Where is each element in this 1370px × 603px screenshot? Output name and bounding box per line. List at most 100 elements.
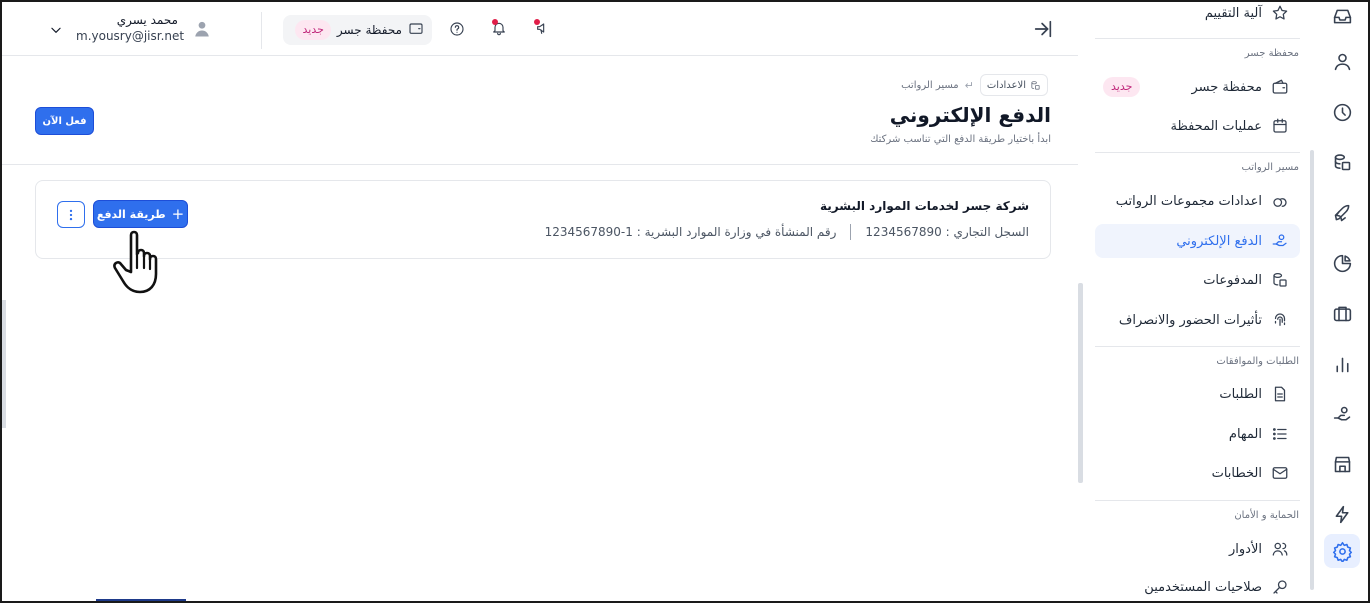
hand-pointer-cursor-icon xyxy=(108,228,168,296)
activate-now-button[interactable]: فعل الآن xyxy=(35,107,94,135)
sidebar-section-title: الحماية و الأمان xyxy=(1234,510,1299,521)
meta-divider xyxy=(850,224,852,240)
sidebar-item-label: تأثيرات الحضور والانصراف xyxy=(1118,312,1262,328)
hand-coins-icon xyxy=(1270,231,1290,251)
plus-icon: + xyxy=(171,204,185,223)
sidebar-item-label: محفظة جسر xyxy=(1191,79,1262,95)
document-icon xyxy=(1270,384,1290,404)
wallet-icon xyxy=(1270,77,1290,97)
sidebar-scrollbar[interactable] xyxy=(1310,150,1314,590)
sidebar-item-label: آلية التقييم xyxy=(1204,5,1262,21)
sidebar-item-label: المهام xyxy=(1228,426,1262,442)
sidebar-item-label: الدفع الإلكتروني xyxy=(1176,233,1262,249)
add-payment-method-button[interactable]: + طريقة الدفع xyxy=(93,200,188,228)
company-card: شركة جسر لخدمات الموارد البشرية السجل ال… xyxy=(35,180,1051,259)
collapse-sidebar-button[interactable] xyxy=(1032,18,1056,42)
lightning-icon[interactable] xyxy=(1328,500,1356,528)
sidebar-item-label: الأدوار xyxy=(1229,541,1262,557)
payroll-coins-icon[interactable] xyxy=(1328,148,1356,176)
sidebar-item-attendance-effects[interactable]: تأثيرات الحضور والانصراف xyxy=(1095,303,1300,337)
sidebar-item-label: عمليات المحفظة xyxy=(1170,118,1262,134)
settings-sidebar: آلية التقييم محفظة جسر محفظة جسر جديد عم… xyxy=(1082,2,1315,601)
sidebar-item-requests[interactable]: الطلبات xyxy=(1095,377,1300,411)
wallet-chip[interactable]: محفظة جسر جديد xyxy=(283,15,432,45)
wallet-icon xyxy=(408,20,424,40)
key-icon xyxy=(1270,577,1290,597)
sidebar-item-label: المدفوعات xyxy=(1203,272,1262,288)
left-edge-scrollbar[interactable] xyxy=(2,300,6,428)
sidebar-item-payments[interactable]: المدفوعات xyxy=(1095,263,1300,297)
bell-icon[interactable] xyxy=(489,18,509,38)
add-payment-method-label: طريقة الدفع xyxy=(96,207,166,221)
bottom-indicator xyxy=(96,599,186,601)
pie-chart-icon[interactable] xyxy=(1328,249,1356,277)
sidebar-item-label: اعدادات مجموعات الرواتب xyxy=(1115,193,1262,209)
briefcase-icon[interactable] xyxy=(1328,299,1356,327)
breadcrumb-current[interactable]: مسير الرواتب xyxy=(901,80,959,91)
return-arrow-icon: ↵ xyxy=(964,78,974,92)
sidebar-item-payroll-groups[interactable]: اعدادات مجموعات الرواتب xyxy=(1095,184,1300,218)
sidebar-item-wallet-transactions[interactable]: عمليات المحفظة xyxy=(1095,109,1300,143)
top-bar: محفظة جسر جديد محمد يسري m.yousry@jisr.n… xyxy=(2,2,1078,56)
page-title: الدفع الإلكتروني xyxy=(889,103,1051,127)
sidebar-item-roles[interactable]: الأدوار xyxy=(1095,532,1300,566)
sidebar-section-title: مسير الرواتب xyxy=(1241,162,1299,173)
inbox-icon[interactable] xyxy=(1328,2,1356,30)
user-icon[interactable] xyxy=(1328,47,1356,75)
avatar[interactable] xyxy=(193,20,213,40)
calendar-icon xyxy=(1270,116,1290,136)
kebab-menu-icon xyxy=(69,209,73,220)
megaphone-icon[interactable] xyxy=(533,18,553,38)
sidebar-item-label: صلاحيات المستخدمين xyxy=(1144,579,1262,595)
coins-icon xyxy=(1030,76,1041,95)
sidebar-item-jisr-wallet[interactable]: محفظة جسر جديد xyxy=(1095,70,1300,104)
header-divider xyxy=(2,164,1078,165)
star-icon xyxy=(1270,3,1290,23)
user-info[interactable]: محمد يسري m.yousry@jisr.net xyxy=(76,12,184,44)
rocket-icon[interactable] xyxy=(1328,199,1356,227)
users-icon xyxy=(1270,539,1290,559)
breadcrumb: الاعدادات ↵ مسير الرواتب xyxy=(860,74,1048,96)
list-icon xyxy=(1270,424,1290,444)
sidebar-item-letters[interactable]: الخطابات xyxy=(1095,456,1300,490)
more-options-button[interactable] xyxy=(57,201,85,228)
store-icon[interactable] xyxy=(1328,450,1356,478)
sidebar-section-title: الطلبات والموافقات xyxy=(1216,356,1299,367)
sidebar-divider xyxy=(1095,500,1300,501)
new-badge: جديد xyxy=(1103,77,1141,97)
notification-dot xyxy=(492,19,498,25)
sidebar-divider xyxy=(1095,346,1300,347)
help-icon[interactable] xyxy=(447,19,467,39)
mail-icon xyxy=(1270,463,1290,483)
sidebar-item-electronic-payment[interactable]: الدفع الإلكتروني xyxy=(1095,224,1300,258)
breadcrumb-root-label: الاعدادات xyxy=(986,79,1026,91)
main-scrollbar[interactable] xyxy=(1078,283,1083,483)
wallet-label: محفظة جسر xyxy=(336,23,402,37)
coins-icon xyxy=(1270,270,1290,290)
puzzle-icon xyxy=(1270,191,1290,211)
page-subtitle: ابدأ باختيار طريقة الدفع التي تناسب شركت… xyxy=(870,134,1051,145)
sidebar-item-evaluation[interactable]: آلية التقييم xyxy=(1095,2,1300,30)
commercial-register: السجل التجاري : 1234567890 xyxy=(865,225,1029,239)
sidebar-section-title: محفظة جسر xyxy=(1244,48,1299,59)
breadcrumb-root[interactable]: الاعدادات xyxy=(979,74,1048,96)
hand-coins-icon[interactable] xyxy=(1328,400,1356,428)
company-meta: السجل التجاري : 1234567890 رقم المنشأة ف… xyxy=(545,224,1029,240)
topbar-divider xyxy=(261,12,262,49)
fingerprint-icon xyxy=(1270,310,1290,330)
new-badge: جديد xyxy=(295,20,331,40)
user-name: محمد يسري xyxy=(116,13,178,27)
chevron-down-icon[interactable] xyxy=(49,22,65,38)
clock-icon[interactable] xyxy=(1328,98,1356,126)
bar-chart-icon[interactable] xyxy=(1328,350,1356,378)
sidebar-item-label: الطلبات xyxy=(1219,386,1262,402)
notification-dot xyxy=(534,19,540,25)
company-name: شركة جسر لخدمات الموارد البشرية xyxy=(820,199,1029,213)
sidebar-item-label: الخطابات xyxy=(1211,465,1262,481)
sidebar-item-user-permissions[interactable]: صلاحيات المستخدمين xyxy=(1095,570,1300,601)
hr-ministry-number: رقم المنشأة في وزارة الموارد البشرية : 1… xyxy=(544,225,837,239)
sidebar-divider xyxy=(1095,38,1300,39)
sidebar-divider xyxy=(1095,152,1300,153)
settings-gear-icon[interactable] xyxy=(1324,534,1360,568)
sidebar-item-tasks[interactable]: المهام xyxy=(1095,417,1300,451)
